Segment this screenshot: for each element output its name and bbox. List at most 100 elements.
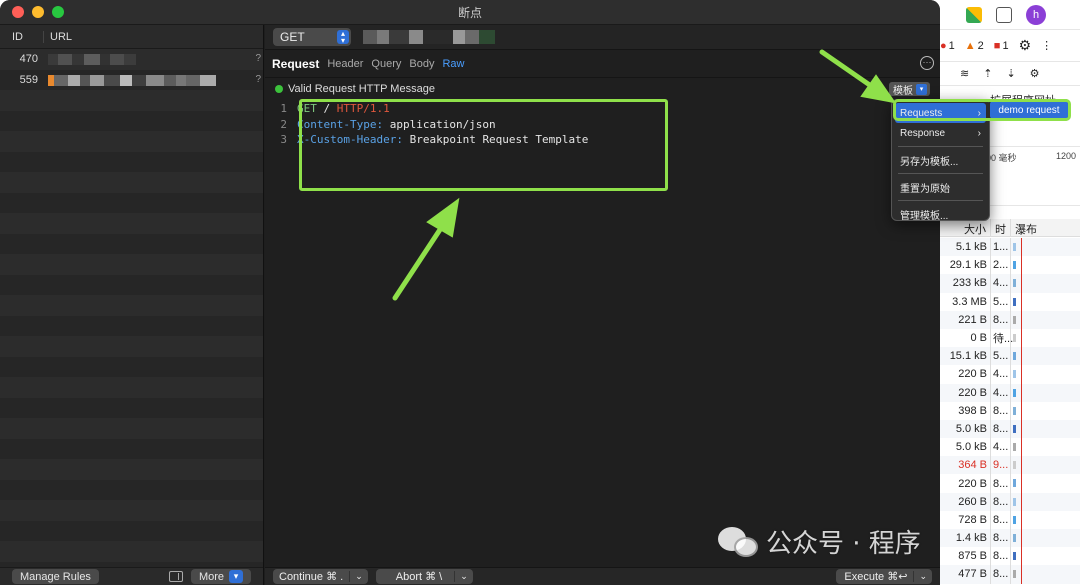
- network-row[interactable]: 220 B 4...: [940, 365, 1080, 384]
- network-row[interactable]: 29.1 kB 2...: [940, 256, 1080, 275]
- menu-item-response[interactable]: Response ›: [892, 123, 989, 143]
- gear-icon[interactable]: ⚙: [1019, 37, 1032, 54]
- network-row[interactable]: 364 B 9...: [940, 456, 1080, 475]
- network-row[interactable]: 3.3 MB 5...: [940, 292, 1080, 311]
- row-size: 3.3 MB: [952, 295, 987, 308]
- empty-row: [0, 151, 263, 172]
- network-row[interactable]: 398 B 8...: [940, 401, 1080, 420]
- empty-row: [0, 295, 263, 316]
- network-row[interactable]: 728 B 8...: [940, 510, 1080, 529]
- method-select[interactable]: GET ▴ ▾: [273, 28, 351, 46]
- watermark-text: 公众号 · 程序: [766, 529, 921, 559]
- empty-row: [0, 315, 263, 336]
- sidebar-toggle-icon[interactable]: [168, 571, 183, 582]
- list-item[interactable]: 470?: [0, 49, 263, 70]
- network-row[interactable]: 260 B 8...: [940, 492, 1080, 511]
- more-vertical-icon[interactable]: ⋮: [1041, 39, 1052, 52]
- list-item[interactable]: 559?: [0, 69, 263, 91]
- load-marker: [1021, 474, 1022, 493]
- row-id: 470: [19, 53, 38, 66]
- chevron-down-icon[interactable]: ⌄: [454, 571, 473, 582]
- network-row[interactable]: 221 B 8...: [940, 310, 1080, 329]
- abort-button[interactable]: Abort ⌘ \ ⌄: [375, 569, 473, 584]
- chevron-down-icon[interactable]: ⌄: [349, 571, 368, 582]
- gear-icon[interactable]: ⚙: [1030, 67, 1040, 80]
- empty-row: [0, 356, 263, 377]
- upload-icon[interactable]: ⇡: [983, 67, 992, 80]
- row-waterfall: [1010, 328, 1080, 348]
- load-marker: [1021, 365, 1022, 384]
- menu-item-save-as-template[interactable]: 另存为模板...: [892, 150, 989, 170]
- network-tools: ≋ ⇡ ⇣ ⚙: [930, 62, 1080, 86]
- row-waterfall: [1010, 474, 1080, 493]
- network-row[interactable]: 5.1 kB 1...: [940, 238, 1080, 257]
- load-marker: [1021, 456, 1022, 475]
- empty-row: [0, 274, 263, 295]
- menu-item-requests[interactable]: Requests ›: [895, 103, 986, 123]
- tab-raw[interactable]: Raw: [442, 58, 464, 70]
- manage-rules-button[interactable]: Manage Rules: [12, 569, 99, 584]
- empty-row: [0, 500, 263, 521]
- row-waterfall: [1010, 456, 1080, 475]
- execute-button[interactable]: Execute ⌘↩ ⌄: [836, 569, 932, 584]
- column-time[interactable]: 时: [990, 219, 1010, 236]
- request-editor-pane: GET ▴ ▾ Request Header Query Body Raw ···: [265, 25, 940, 585]
- load-marker: [1021, 438, 1022, 457]
- row-marker: ?: [255, 53, 261, 64]
- execute-label: Execute ⌘↩: [844, 571, 908, 583]
- more-button[interactable]: More ▾: [190, 569, 251, 584]
- column-url[interactable]: URL: [44, 31, 72, 43]
- waterfall-bar: [1013, 479, 1016, 488]
- info-count[interactable]: ■ 1: [994, 40, 1009, 52]
- chevron-down-icon: ▾: [916, 83, 927, 95]
- menu-item-reset-original[interactable]: 重置为原始: [892, 177, 989, 197]
- validation-status: Valid Request HTTP Message 模板 ▾: [265, 78, 940, 100]
- network-row[interactable]: 477 B 8...: [940, 565, 1080, 584]
- network-row[interactable]: 0 B 待...: [940, 328, 1080, 348]
- waterfall-bar: [1013, 570, 1016, 579]
- template-button[interactable]: 模板 ▾: [889, 82, 930, 97]
- chevron-down-icon[interactable]: ⌄: [913, 571, 932, 582]
- error-count[interactable]: ● 1: [940, 40, 955, 52]
- row-size: 220 B: [958, 386, 987, 399]
- grid-extension-icon[interactable]: [966, 6, 982, 23]
- raw-editor[interactable]: 1 GET / HTTP/1.1 2 Content-Type: applica…: [265, 101, 940, 563]
- tab-header[interactable]: Header: [327, 58, 363, 70]
- request-tabs: Request Header Query Body Raw ···: [265, 50, 940, 78]
- download-icon[interactable]: ⇣: [1006, 67, 1015, 80]
- puzzle-icon[interactable]: [996, 6, 1012, 23]
- submenu-item-demo-request[interactable]: demo request: [990, 101, 1068, 119]
- network-row[interactable]: 15.1 kB 5...: [940, 347, 1080, 366]
- row-url-redacted: ?: [44, 49, 263, 70]
- row-time: 9...: [990, 456, 1010, 475]
- waterfall-bar: [1013, 461, 1016, 470]
- network-row[interactable]: 220 B 4...: [940, 383, 1080, 402]
- continue-button[interactable]: Continue ⌘ . ⌄: [273, 569, 368, 584]
- network-row[interactable]: 1.4 kB 8...: [940, 529, 1080, 548]
- network-row[interactable]: 220 B 8...: [940, 474, 1080, 493]
- network-row[interactable]: 5.0 kB 8...: [940, 419, 1080, 439]
- more-options-icon[interactable]: ···: [920, 56, 934, 70]
- line-number: 1: [280, 102, 287, 116]
- network-row[interactable]: 233 kB 4...: [940, 274, 1080, 293]
- window-title: 断点: [457, 5, 482, 20]
- row-url-redacted: ?: [44, 70, 263, 91]
- network-row[interactable]: 875 B 8...: [940, 547, 1080, 566]
- wifi-icon[interactable]: ≋: [960, 67, 969, 80]
- column-id[interactable]: ID: [0, 30, 44, 43]
- column-waterfall[interactable]: 瀑布: [1010, 219, 1080, 236]
- code-path: /: [316, 102, 337, 116]
- wechat-logo-icon: [718, 525, 760, 559]
- waterfall-bar: [1013, 534, 1016, 542]
- row-time: 4...: [990, 274, 1010, 293]
- warning-count[interactable]: ▲ 2: [965, 40, 984, 52]
- tab-body[interactable]: Body: [409, 58, 434, 70]
- avatar[interactable]: h: [1026, 4, 1046, 25]
- waterfall-bar: [1013, 388, 1016, 397]
- row-waterfall: [1010, 510, 1080, 529]
- menu-item-manage-templates[interactable]: 管理模板...: [892, 204, 989, 224]
- load-marker: [1021, 565, 1022, 584]
- code-line: 1 GET / HTTP/1.1: [265, 101, 940, 117]
- tab-query[interactable]: Query: [371, 58, 401, 70]
- network-row[interactable]: 5.0 kB 4...: [940, 438, 1080, 457]
